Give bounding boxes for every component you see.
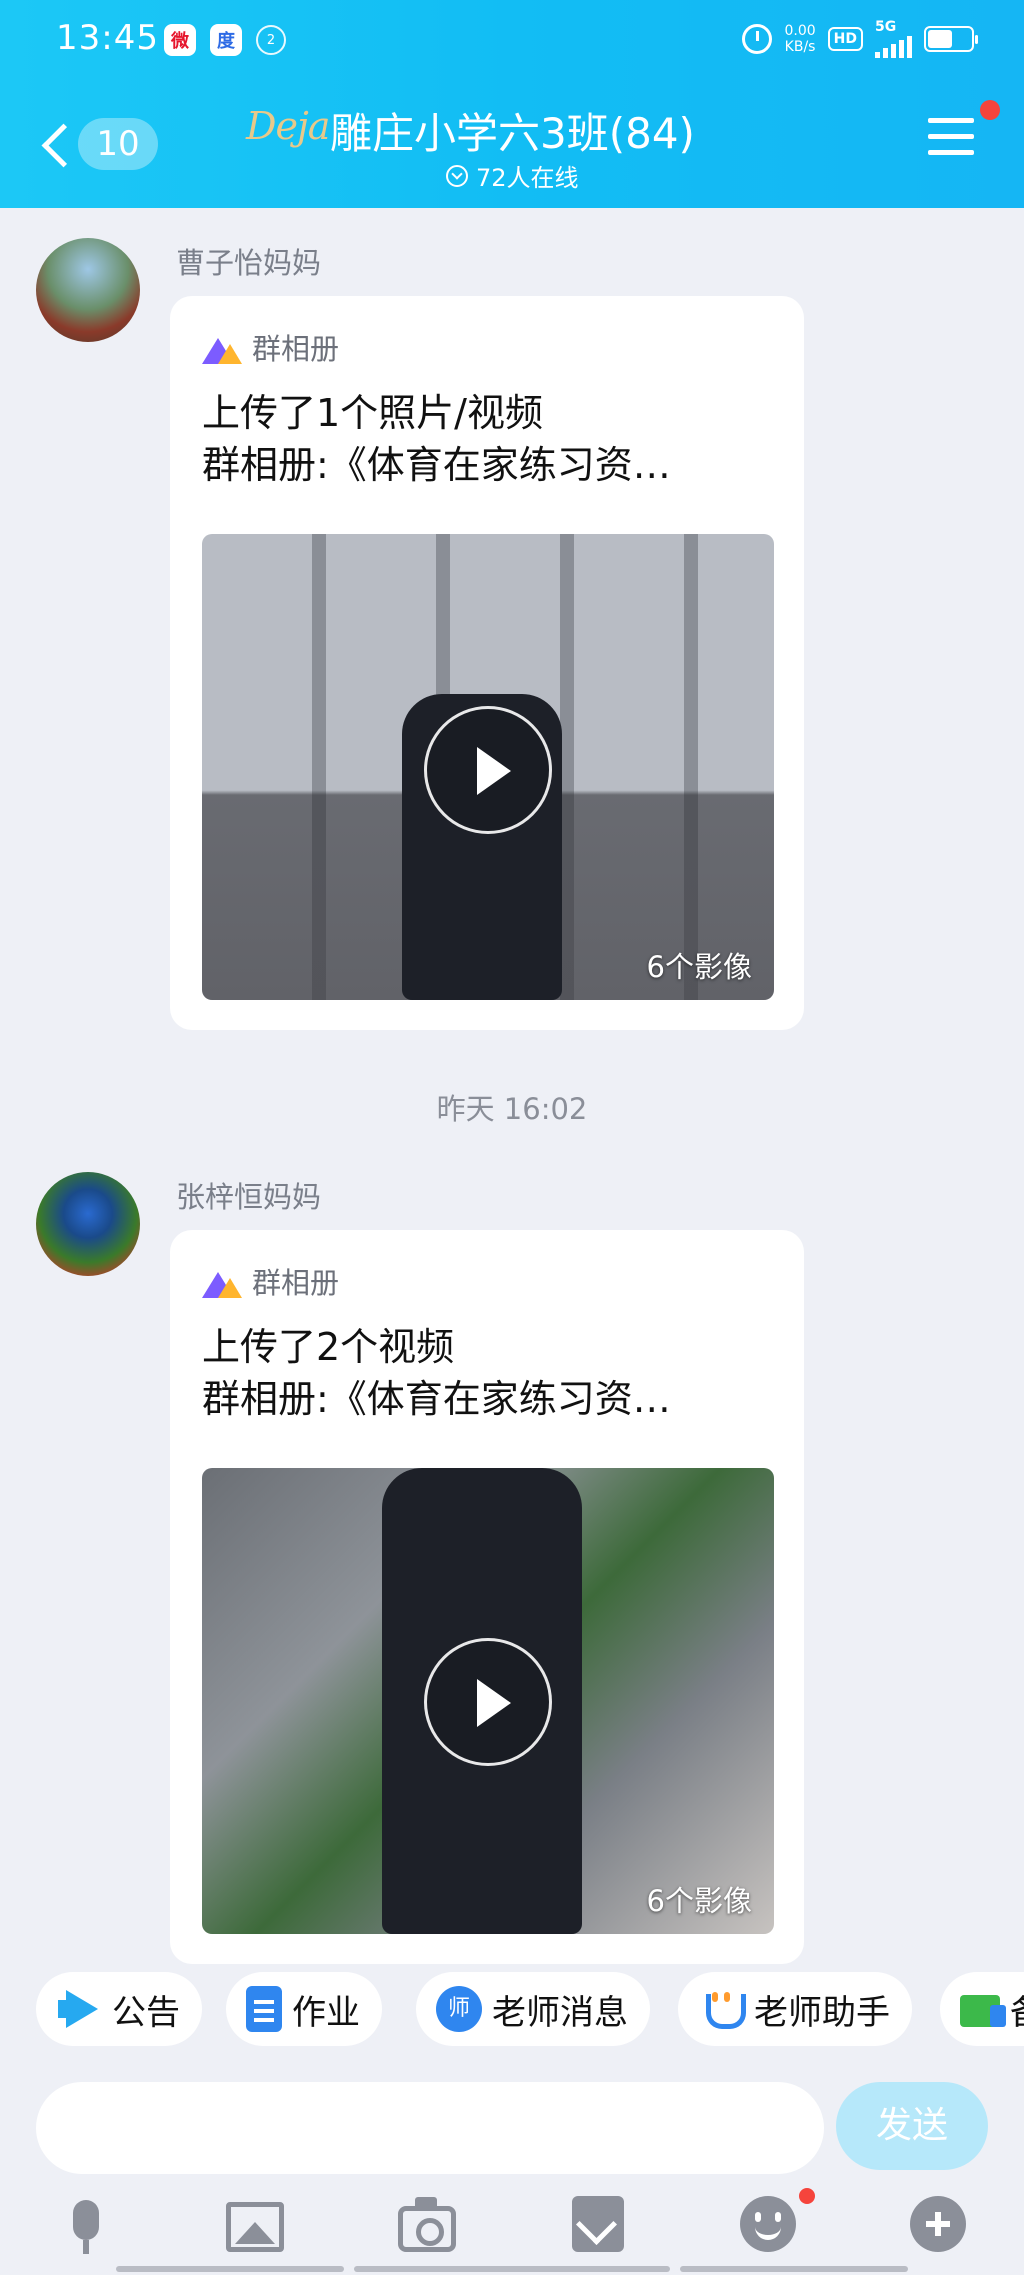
- megaphone-icon: [56, 1986, 102, 2032]
- image-icon[interactable]: [226, 2202, 284, 2252]
- upload-summary: 上传了1个照片/视频: [202, 391, 543, 435]
- signal-icon: [875, 34, 912, 58]
- album-tag: 群相册: [202, 326, 339, 368]
- assistant-icon: [698, 1986, 746, 2032]
- shortcut-label: 备: [1010, 1985, 1024, 2034]
- play-icon[interactable]: [424, 706, 552, 834]
- battery-icon: [924, 26, 978, 52]
- upload-summary: 上传了2个视频: [202, 1325, 455, 1369]
- alarm-icon: [742, 24, 773, 54]
- emoji-notification-dot: [799, 2188, 815, 2204]
- plus-icon[interactable]: [910, 2196, 966, 2252]
- sender-name: 张梓恒妈妈: [176, 1180, 322, 1214]
- media-count: 6个影像: [646, 1884, 752, 1918]
- screen-icon: [960, 1995, 1006, 2027]
- shortcut-teacher-assistant[interactable]: 老师助手: [678, 1972, 912, 2046]
- timestamp: 昨天 16:02: [436, 1092, 588, 1126]
- network-type: 5G: [875, 20, 912, 58]
- album-name: 群相册:《体育在家练习资…: [202, 1377, 671, 1421]
- album-card[interactable]: 群相册 上传了2个视频 群相册:《体育在家练习资… 6个影像: [170, 1230, 804, 1964]
- album-icon: [202, 1266, 242, 1298]
- album-tag-label: 群相册: [252, 1266, 340, 1300]
- emoji-icon[interactable]: [740, 2196, 796, 2252]
- media-count: 6个影像: [646, 950, 752, 984]
- album-tag-label: 群相册: [252, 332, 340, 366]
- gesture-bar: [354, 2266, 670, 2272]
- network-speed: 0.00 KB/s: [784, 23, 815, 55]
- unread-count-badge[interactable]: 10: [78, 118, 158, 170]
- send-button[interactable]: 发送: [836, 2082, 988, 2170]
- status-time: 13:45: [56, 18, 159, 58]
- gesture-bar: [116, 2266, 344, 2272]
- album-card[interactable]: 群相册 上传了1个照片/视频 群相册:《体育在家练习资… 6个影像: [170, 296, 804, 1030]
- teacher-icon: 师: [436, 1986, 482, 2032]
- play-icon[interactable]: [424, 1638, 552, 1766]
- status-right-icons: 0.00 KB/s HD 5G: [742, 20, 978, 58]
- baidu-icon: 度: [210, 24, 242, 56]
- sender-name: 曹子怡妈妈: [176, 246, 322, 280]
- hd-icon: HD: [827, 27, 863, 51]
- weibo-icon: 微: [164, 24, 196, 56]
- avatar[interactable]: [36, 1172, 140, 1276]
- status-left-icons: 微 度 2: [164, 24, 286, 56]
- speed-unit: KB/s: [784, 39, 816, 55]
- red-packet-icon[interactable]: [572, 2196, 624, 2252]
- camera-icon[interactable]: [398, 2197, 456, 2252]
- network-label: 5G: [875, 19, 897, 35]
- group-title[interactable]: 雕庄小学六3班(84): [330, 100, 695, 161]
- battery-fill: [928, 30, 952, 48]
- speed-value: 0.00: [784, 23, 816, 39]
- video-thumbnail[interactable]: 6个影像: [202, 1468, 774, 1934]
- hotspot-icon: 2: [256, 25, 286, 55]
- chevron-down-icon: [446, 164, 468, 187]
- chat-header: 13:45 微 度 2 0.00 KB/s HD 5G 10 Deja 雕庄小学…: [0, 0, 1024, 208]
- album-tag: 群相册: [202, 1260, 339, 1302]
- album-icon: [202, 332, 242, 364]
- shortcut-label: 老师消息: [492, 1992, 628, 2033]
- shortcut-announcement[interactable]: 公告: [36, 1972, 202, 2046]
- avatar[interactable]: [36, 238, 140, 342]
- shortcut-homework[interactable]: 作业: [226, 1972, 382, 2046]
- microphone-icon[interactable]: [56, 2196, 116, 2256]
- video-thumbnail[interactable]: 6个影像: [202, 534, 774, 1000]
- shortcut-label: 公告: [112, 1992, 180, 2033]
- shortcut-label: 老师助手: [754, 1992, 890, 2033]
- shortcut-label: 作业: [292, 1992, 360, 2033]
- document-icon: [246, 1986, 282, 2032]
- shortcut-more[interactable]: 备: [940, 1972, 1024, 2046]
- group-logo: Deja: [246, 104, 330, 148]
- online-count: 72人在线: [476, 164, 579, 192]
- gesture-bar: [680, 2266, 908, 2272]
- shortcut-teacher-messages[interactable]: 师 老师消息: [416, 1972, 650, 2046]
- menu-notification-dot: [980, 100, 1000, 120]
- message-input[interactable]: [36, 2082, 824, 2174]
- album-name: 群相册:《体育在家练习资…: [202, 443, 671, 487]
- online-status[interactable]: 72人在线: [446, 158, 579, 193]
- menu-button[interactable]: [928, 118, 974, 162]
- back-button[interactable]: [38, 118, 78, 174]
